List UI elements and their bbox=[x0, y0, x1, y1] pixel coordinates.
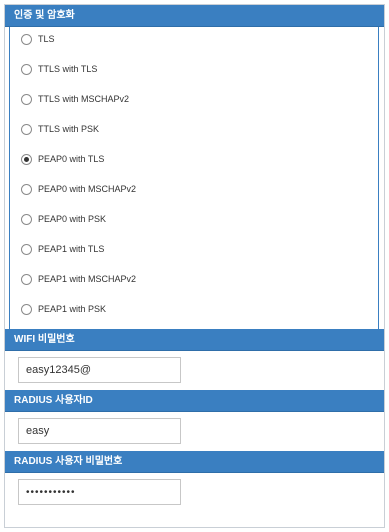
radius-password-block bbox=[5, 473, 384, 512]
auth-option-3[interactable]: TTLS with PSK bbox=[10, 118, 99, 140]
auth-option-2[interactable]: TTLS with MSCHAPv2 bbox=[10, 88, 129, 110]
auth-option-0[interactable]: TLS bbox=[10, 28, 55, 50]
auth-encryption-header: 인증 및 암호화 bbox=[5, 5, 384, 27]
auth-option-5[interactable]: PEAP0 with MSCHAPv2 bbox=[10, 178, 136, 200]
auth-option-label: PEAP0 with PSK bbox=[38, 214, 107, 224]
auth-option-label: TTLS with PSK bbox=[38, 124, 100, 134]
auth-option-label: PEAP1 with TLS bbox=[38, 244, 105, 254]
auth-option-9[interactable]: PEAP1 with PSK bbox=[10, 298, 106, 320]
radius-user-id-field[interactable] bbox=[18, 418, 181, 444]
auth-option-label: PEAP1 with PSK bbox=[38, 304, 107, 314]
radio-icon[interactable] bbox=[21, 33, 32, 45]
radius-password-field[interactable] bbox=[18, 479, 181, 505]
radio-icon[interactable] bbox=[21, 183, 32, 195]
radio-icon[interactable] bbox=[21, 93, 32, 105]
radius-user-header: RADIUS 사용자ID bbox=[5, 390, 384, 412]
auth-option-label: PEAP0 with MSCHAPv2 bbox=[38, 184, 137, 194]
auth-option-4[interactable]: PEAP0 with TLS bbox=[10, 148, 104, 170]
radius-password-header: RADIUS 사용자 비밀번호 bbox=[5, 451, 384, 473]
auth-option-1[interactable]: TTLS with TLS bbox=[10, 58, 97, 80]
auth-option-label: TLS bbox=[38, 34, 55, 44]
radius-user-block bbox=[5, 412, 384, 451]
wifi-password-header: WIFI 비밀번호 bbox=[5, 329, 384, 351]
auth-option-7[interactable]: PEAP1 with TLS bbox=[10, 238, 104, 260]
radio-icon[interactable] bbox=[21, 243, 32, 255]
auth-option-label: PEAP1 with MSCHAPv2 bbox=[38, 274, 137, 284]
wifi-password-block bbox=[5, 351, 384, 390]
radio-icon[interactable] bbox=[21, 273, 32, 285]
radio-icon[interactable] bbox=[21, 63, 32, 75]
auth-option-label: PEAP0 with TLS bbox=[38, 154, 105, 164]
auth-option-8[interactable]: PEAP1 with MSCHAPv2 bbox=[10, 268, 136, 290]
radio-icon[interactable] bbox=[21, 153, 32, 165]
auth-option-label: TTLS with TLS bbox=[38, 64, 98, 74]
radio-icon[interactable] bbox=[21, 213, 32, 225]
auth-method-group: TLS TTLS with TLS TTLS with MSCHAPv2 TTL… bbox=[9, 27, 379, 329]
auth-option-6[interactable]: PEAP0 with PSK bbox=[10, 208, 106, 230]
settings-form: 인증 및 암호화 TLS TTLS with TLS TTLS with MSC… bbox=[4, 4, 385, 528]
auth-option-label: TTLS with MSCHAPv2 bbox=[38, 94, 130, 104]
radio-icon[interactable] bbox=[21, 123, 32, 135]
wifi-password-field[interactable] bbox=[18, 357, 181, 383]
radio-icon[interactable] bbox=[21, 303, 32, 315]
